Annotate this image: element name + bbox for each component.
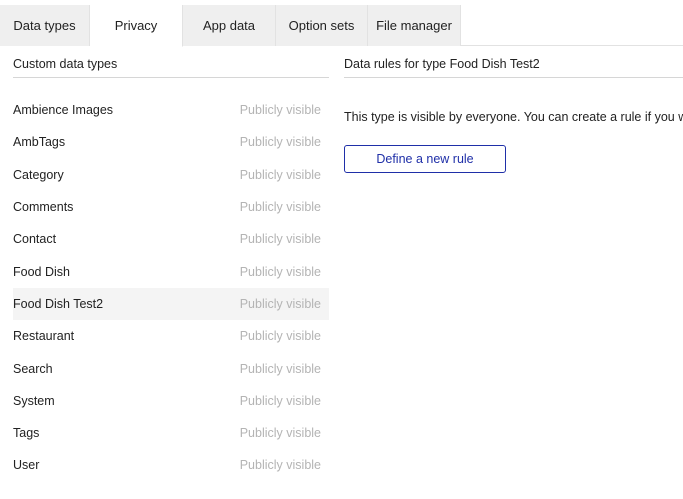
- tab-data-types[interactable]: Data types: [0, 5, 90, 46]
- data-type-name: Search: [13, 361, 53, 376]
- data-type-row[interactable]: Food Dish Publicly visible: [13, 255, 329, 287]
- data-type-name: Food Dish Test2: [13, 296, 104, 311]
- visibility-status: Publicly visible: [239, 361, 321, 376]
- data-type-name: Contact: [13, 232, 57, 247]
- data-type-row[interactable]: User Publicly visible: [13, 449, 329, 481]
- visibility-status: Publicly visible: [239, 329, 321, 344]
- visibility-description: This type is visible by everyone. You ca…: [344, 110, 683, 124]
- data-type-row[interactable]: Ambience Images Publicly visible: [13, 94, 329, 126]
- data-type-row[interactable]: Comments Publicly visible: [13, 191, 329, 223]
- custom-data-types-title: Custom data types: [13, 56, 329, 78]
- data-type-name: System: [13, 393, 55, 408]
- visibility-status: Publicly visible: [239, 426, 321, 441]
- data-type-row[interactable]: Category Publicly visible: [13, 159, 329, 191]
- data-type-row[interactable]: Contact Publicly visible: [13, 223, 329, 255]
- tab-privacy[interactable]: Privacy: [90, 5, 183, 47]
- data-type-name: Restaurant: [13, 329, 75, 344]
- tab-app-data[interactable]: App data: [183, 5, 276, 46]
- data-type-name: Food Dish: [13, 264, 70, 279]
- custom-data-types-panel: Custom data types Ambience Images Public…: [13, 56, 329, 482]
- tab-option-sets[interactable]: Option sets: [276, 5, 368, 46]
- visibility-status: Publicly visible: [239, 264, 321, 279]
- data-type-name: Category: [13, 167, 64, 182]
- data-type-row-selected[interactable]: Food Dish Test2 Publicly visible: [13, 287, 329, 321]
- visibility-status: Publicly visible: [239, 167, 321, 182]
- visibility-status: Publicly visible: [239, 135, 321, 150]
- data-type-row[interactable]: Search Publicly visible: [13, 352, 329, 384]
- visibility-status: Publicly visible: [239, 232, 321, 247]
- data-rules-panel: Data rules for type Food Dish Test2 This…: [344, 56, 683, 173]
- data-type-row[interactable]: AmbTags Publicly visible: [13, 126, 329, 158]
- data-type-name: Tags: [13, 426, 40, 441]
- data-rules-title: Data rules for type Food Dish Test2: [344, 56, 683, 78]
- visibility-status: Publicly visible: [239, 458, 321, 473]
- data-type-list: Ambience Images Publicly visible AmbTags…: [13, 94, 329, 482]
- data-type-row[interactable]: Tags Publicly visible: [13, 417, 329, 449]
- visibility-status: Publicly visible: [239, 296, 321, 311]
- visibility-status: Publicly visible: [239, 393, 321, 408]
- data-type-name: User: [13, 458, 40, 473]
- data-type-name: AmbTags: [13, 135, 66, 150]
- tab-bar-spacer: [461, 5, 683, 45]
- visibility-status: Publicly visible: [239, 200, 321, 215]
- visibility-status: Publicly visible: [239, 103, 321, 118]
- data-type-name: Comments: [13, 200, 74, 215]
- data-type-row[interactable]: Restaurant Publicly visible: [13, 320, 329, 352]
- data-type-name: Ambience Images: [13, 103, 114, 118]
- tab-file-manager[interactable]: File manager: [368, 5, 461, 46]
- data-type-row[interactable]: System Publicly visible: [13, 385, 329, 417]
- define-new-rule-button[interactable]: Define a new rule: [344, 145, 506, 173]
- tab-bar: Data types Privacy App data Option sets …: [0, 5, 683, 47]
